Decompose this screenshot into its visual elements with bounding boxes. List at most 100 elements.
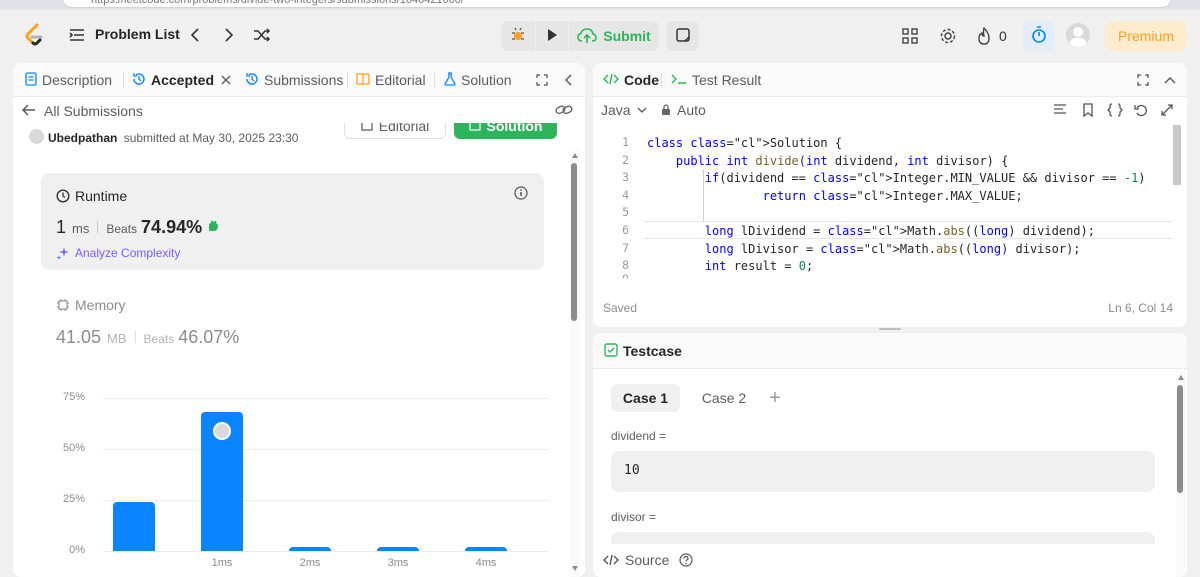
premium-button[interactable]: Premium xyxy=(1105,21,1187,51)
top-navigation: Problem List Submit 0 Premium xyxy=(0,10,1200,64)
param-divisor-input[interactable] xyxy=(611,532,1155,544)
code-line: public int divide(int dividend, int divi… xyxy=(675,153,1009,168)
code-tab-bar: Code Test Result xyxy=(593,63,1187,97)
param-dividend-input[interactable]: 10 xyxy=(611,451,1155,492)
chart-bar[interactable] xyxy=(465,546,507,551)
add-case-button[interactable]: + xyxy=(763,384,787,412)
submit-label: Submit xyxy=(603,28,651,44)
line-number-cutoff: 9 xyxy=(593,274,629,278)
line-number: 2 xyxy=(622,152,629,167)
tab-code[interactable]: Code xyxy=(603,63,659,97)
code-icon xyxy=(603,554,619,566)
reset-icon[interactable] xyxy=(1133,102,1149,118)
submit-button[interactable]: Submit xyxy=(569,21,659,51)
code-line: class class="cl">Solution { xyxy=(647,136,843,150)
problem-list-link[interactable]: Problem List xyxy=(95,26,180,42)
chart-bar[interactable] xyxy=(113,502,155,551)
runtime-distribution-chart: 75% 50% 25% 0% 1ms 2ms 3ms 4ms xyxy=(13,63,585,577)
chevron-down-icon xyxy=(637,107,647,113)
source-link[interactable]: Source xyxy=(603,552,693,568)
flame-icon[interactable] xyxy=(976,26,992,46)
chart-bar[interactable] xyxy=(377,546,419,551)
chart-bar[interactable] xyxy=(289,546,331,551)
url-field[interactable]: https://leetcode.com/problems/divide-two… xyxy=(62,0,1172,8)
chart-x-tick-label: 2ms xyxy=(299,557,321,569)
expand-editor-icon[interactable] xyxy=(1159,102,1175,118)
bug-icon xyxy=(510,27,526,46)
chart-y-tick-label: 0% xyxy=(69,544,85,556)
scrollbar-thumb[interactable] xyxy=(571,163,577,321)
scrollbar-thumb[interactable] xyxy=(1177,385,1183,493)
code-panel: Code Test Result Java Auto 1 2 3 4 5 6 7… xyxy=(593,63,1187,327)
help-icon[interactable] xyxy=(679,553,693,567)
leetcode-logo-icon[interactable] xyxy=(22,22,48,48)
testcase-panel: Testcase Case 1 Case 2 + dividend = 10 d… xyxy=(593,333,1187,577)
link-icon[interactable] xyxy=(554,101,574,119)
code-editor[interactable]: 1 2 3 4 5 6 7 8 class class="cl">Solution { pub… xyxy=(593,133,1173,283)
shuffle-icon[interactable] xyxy=(252,26,272,44)
chart-y-tick-label: 75% xyxy=(62,391,85,403)
lock-icon xyxy=(661,104,671,116)
browser-url-bar[interactable]: https://leetcode.com/problems/divide-two… xyxy=(0,0,1200,10)
language-select[interactable]: Java xyxy=(601,102,647,118)
case-2-tab[interactable]: Case 2 xyxy=(691,384,757,412)
chart-gridline xyxy=(103,551,548,552)
case-1-tab[interactable]: Case 1 xyxy=(611,384,680,412)
chart-y-tick-label: 50% xyxy=(62,442,85,454)
list-icon[interactable] xyxy=(68,26,86,44)
line-number: 8 xyxy=(622,258,629,273)
format-icon[interactable] xyxy=(1052,102,1068,118)
chart-x-tick-label: 3ms xyxy=(387,557,409,569)
maximize-icon[interactable] xyxy=(1134,71,1152,89)
tab-testcase-label: Testcase xyxy=(623,343,682,359)
debug-button[interactable] xyxy=(501,21,535,51)
testcase-scrollbar[interactable] xyxy=(1176,373,1186,577)
tab-code-label: Code xyxy=(624,72,659,88)
tab-testcase[interactable]: Testcase xyxy=(604,333,682,369)
cloud-upload-icon xyxy=(577,28,598,44)
language-label: Java xyxy=(601,102,631,118)
chart-gridline xyxy=(103,449,548,450)
note-icon xyxy=(676,27,690,45)
resize-handle[interactable] xyxy=(879,328,901,330)
arrow-left-icon[interactable] xyxy=(21,103,37,117)
layout-grid-icon[interactable] xyxy=(900,26,920,46)
code-line: if(dividend == class="cl">Integer.MIN_VA… xyxy=(704,171,1146,186)
source-label: Source xyxy=(625,552,670,568)
param-divisor-label: divisor = xyxy=(611,510,657,524)
run-button[interactable] xyxy=(536,21,568,51)
code-line: return class="cl">Integer.MAX_VALUE; xyxy=(762,188,1023,203)
chevron-left-icon[interactable] xyxy=(186,26,204,44)
bookmark-icon[interactable] xyxy=(1080,102,1096,118)
line-number: 7 xyxy=(622,240,629,255)
auto-mode[interactable]: Auto xyxy=(661,102,706,118)
testcase-footer: Source xyxy=(593,544,1187,577)
line-number: 6 xyxy=(622,223,629,237)
chart-gridline xyxy=(103,500,548,501)
braces-icon[interactable] xyxy=(1106,102,1124,118)
tab-test-result[interactable]: Test Result xyxy=(671,63,761,97)
checkbox-icon xyxy=(604,342,623,360)
tab-test-result-label: Test Result xyxy=(692,72,762,88)
timer-button[interactable] xyxy=(1023,21,1055,51)
code-line: long lDividend = class="cl">Math.abs((lo… xyxy=(704,224,1095,238)
avatar[interactable] xyxy=(1066,23,1090,47)
chart-x-tick-label: 4ms xyxy=(475,557,497,569)
code-scrollbar[interactable] xyxy=(1173,125,1181,185)
line-number: 3 xyxy=(622,170,629,185)
left-scrollbar[interactable] xyxy=(570,149,580,577)
chart-y-tick-label: 25% xyxy=(62,493,85,505)
line-number: 4 xyxy=(622,187,629,202)
chevron-up-icon[interactable] xyxy=(1161,71,1179,89)
notes-button[interactable] xyxy=(667,21,699,51)
terminal-icon xyxy=(671,72,692,88)
gear-icon[interactable] xyxy=(938,26,958,46)
play-icon xyxy=(546,28,558,45)
line-number: 1 xyxy=(622,135,629,149)
streak-count: 0 xyxy=(999,28,1007,44)
chevron-right-icon[interactable] xyxy=(220,26,238,44)
testcase-tab-bar: Testcase xyxy=(593,333,1187,369)
all-submissions-link[interactable]: All Submissions xyxy=(44,103,143,119)
code-line: long lDivisor = class="cl">Math.abs((lon… xyxy=(704,241,1081,256)
cursor-position: Ln 6, Col 14 xyxy=(1108,301,1173,315)
